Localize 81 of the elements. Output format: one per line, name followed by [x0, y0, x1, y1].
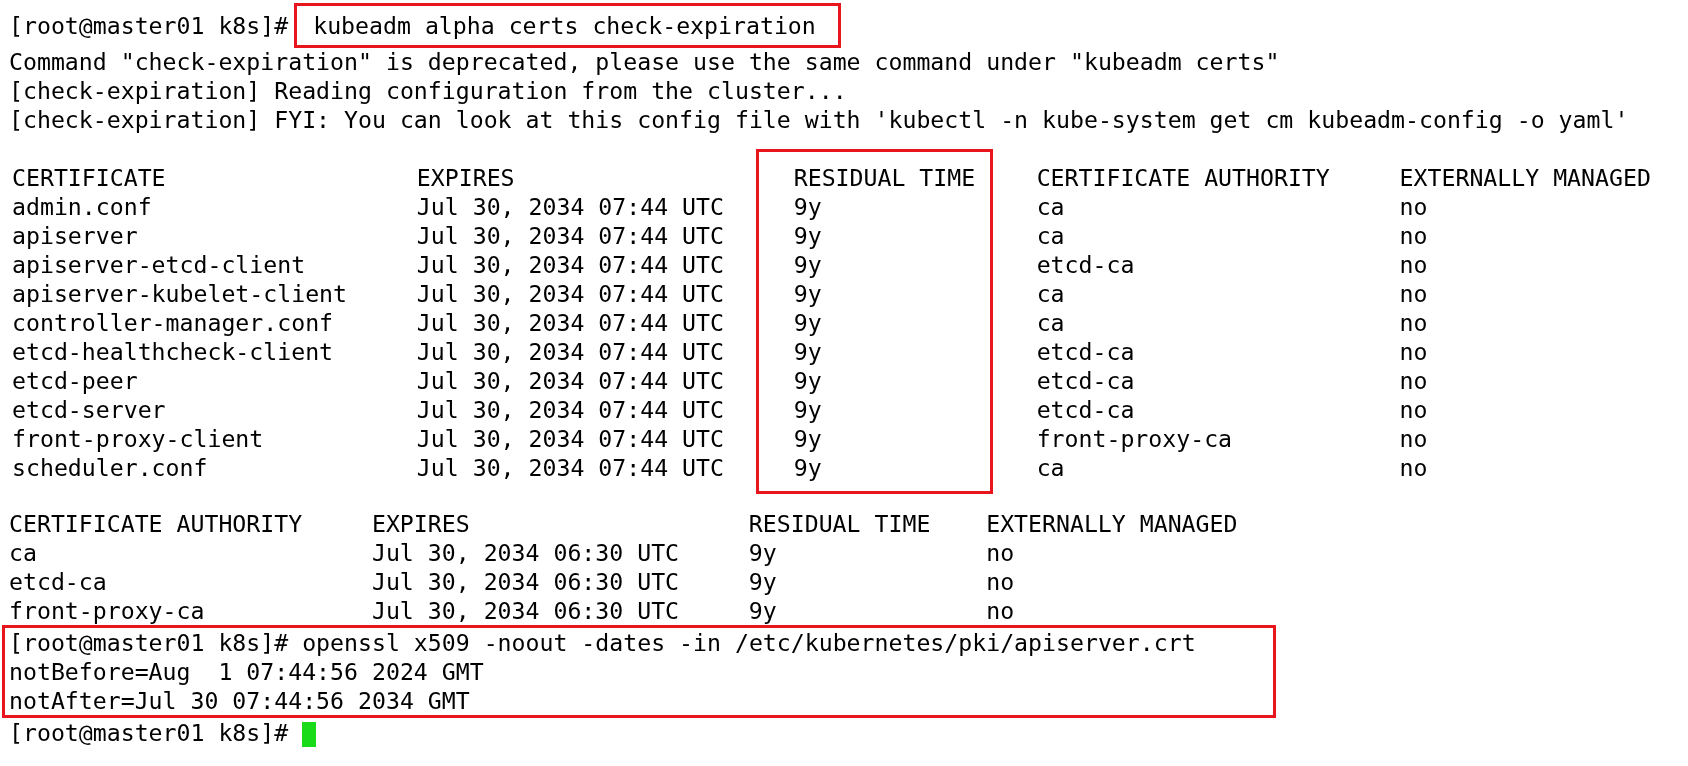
table-cell: Jul 30, 2034 06:30 UTC [371, 568, 680, 595]
table-cell: 9y [793, 193, 822, 220]
table-cell: 9y [793, 338, 822, 365]
table-cell: no [1399, 251, 1428, 278]
table-cell: 9y [793, 222, 822, 249]
table-cell: Jul 30, 2034 06:30 UTC [371, 597, 680, 624]
table-cell: no [1399, 280, 1428, 307]
table-cell: etcd-ca [1036, 396, 1135, 423]
table-cell: apiserver-etcd-client [12, 251, 306, 278]
table-cell: 9y [793, 309, 822, 336]
table-cell: 9y [793, 251, 822, 278]
table-cell: no [1399, 454, 1428, 481]
table-cell: etcd-ca [9, 568, 107, 595]
table-cell: Jul 30, 2034 07:44 UTC [416, 425, 724, 452]
table-cell: admin.conf [12, 193, 152, 220]
table-cell: front-proxy-ca [1036, 425, 1233, 452]
table-cell: etcd-ca [1036, 251, 1135, 278]
table-cell: ca [1036, 193, 1065, 220]
output-line: Command "check-expiration" is deprecated, please use the same command under "kubeadm certs" [9, 47, 1281, 76]
prompt-text: [root@master01 k8s]# [9, 719, 289, 746]
table-cell: 9y [793, 425, 822, 452]
table-cell: no [1399, 367, 1428, 394]
command-text: openssl x509 -noout -dates -in /etc/kubernetes/pki/apiserver.crt [302, 629, 1196, 656]
table-cell: apiserver-kubelet-client [12, 280, 348, 307]
table-cell: etcd-peer [12, 367, 138, 394]
column-header: EXTERNALLY MANAGED [986, 510, 1238, 537]
table-cell: etcd-server [12, 396, 166, 423]
table-cell: Jul 30, 2034 07:44 UTC [416, 222, 724, 249]
output-line: notBefore=Aug 1 07:44:56 2024 GMT [9, 657, 485, 686]
table-cell: no [986, 568, 1015, 595]
prompt-text: [root@master01 k8s]# [9, 11, 289, 40]
table-cell: ca [1036, 309, 1065, 336]
column-header: RESIDUAL TIME [793, 164, 976, 191]
table-cell: no [986, 539, 1015, 566]
table-cell: no [1399, 425, 1428, 452]
column-header: EXPIRES [371, 510, 470, 537]
table-cell: front-proxy-ca [9, 597, 205, 624]
table-cell: 9y [748, 539, 777, 566]
table-cell: etcd-ca [1036, 367, 1135, 394]
table-cell: front-proxy-client [12, 425, 264, 452]
table-cell: controller-manager.conf [12, 309, 334, 336]
table-cell: Jul 30, 2034 07:44 UTC [416, 338, 724, 365]
output-line: [check-expiration] FYI: You can look at this config file with 'kubectl -n kube-system get cm kubeadm-config -o yaml' [9, 105, 1630, 134]
table-cell: 9y [793, 367, 822, 394]
table-cell: apiserver [12, 222, 138, 249]
table-cell: ca [1036, 454, 1065, 481]
table-cell: no [1399, 309, 1428, 336]
output-line: notAfter=Jul 30 07:44:56 2034 GMT [9, 686, 471, 715]
table-cell: ca [1036, 280, 1065, 307]
table-cell: no [986, 597, 1015, 624]
table-cell: Jul 30, 2034 07:44 UTC [416, 251, 724, 278]
table-cell: no [1399, 338, 1428, 365]
column-header: EXPIRES [416, 164, 515, 191]
table-cell: etcd-ca [1036, 338, 1135, 365]
table-cell: no [1399, 396, 1428, 423]
table-cell: Jul 30, 2034 07:44 UTC [416, 309, 724, 336]
column-header: CERTIFICATE [12, 164, 166, 191]
table-cell: Jul 30, 2034 07:44 UTC [416, 367, 724, 394]
table-cell: 9y [793, 396, 822, 423]
table-cell: 9y [793, 280, 822, 307]
table-cell: ca [1036, 222, 1065, 249]
column-header: CERTIFICATE AUTHORITY [9, 510, 303, 537]
column-header: RESIDUAL TIME [748, 510, 931, 537]
table-cell: Jul 30, 2034 07:44 UTC [416, 193, 724, 220]
table-cell: no [1399, 193, 1428, 220]
table-cell: Jul 30, 2034 07:44 UTC [416, 280, 724, 307]
prompt-text: [root@master01 k8s]# [9, 629, 289, 656]
table-cell: 9y [793, 454, 822, 481]
table-cell: Jul 30, 2034 07:44 UTC [416, 396, 724, 423]
table-cell: 9y [748, 568, 777, 595]
table-cell: etcd-healthcheck-client [12, 338, 334, 365]
column-header: CERTIFICATE AUTHORITY [1036, 164, 1330, 191]
table-cell: no [1399, 222, 1428, 249]
command-text: kubeadm alpha certs check-expiration [294, 3, 841, 48]
table-cell: scheduler.conf [12, 454, 208, 481]
output-line: [check-expiration] Reading configuration from the cluster... [9, 76, 848, 105]
table-cell: ca [9, 539, 37, 566]
table-cell: 9y [748, 597, 777, 624]
table-cell: Jul 30, 2034 07:44 UTC [416, 454, 724, 481]
table-cell: Jul 30, 2034 06:30 UTC [371, 539, 680, 566]
column-header: EXTERNALLY MANAGED [1399, 164, 1651, 191]
